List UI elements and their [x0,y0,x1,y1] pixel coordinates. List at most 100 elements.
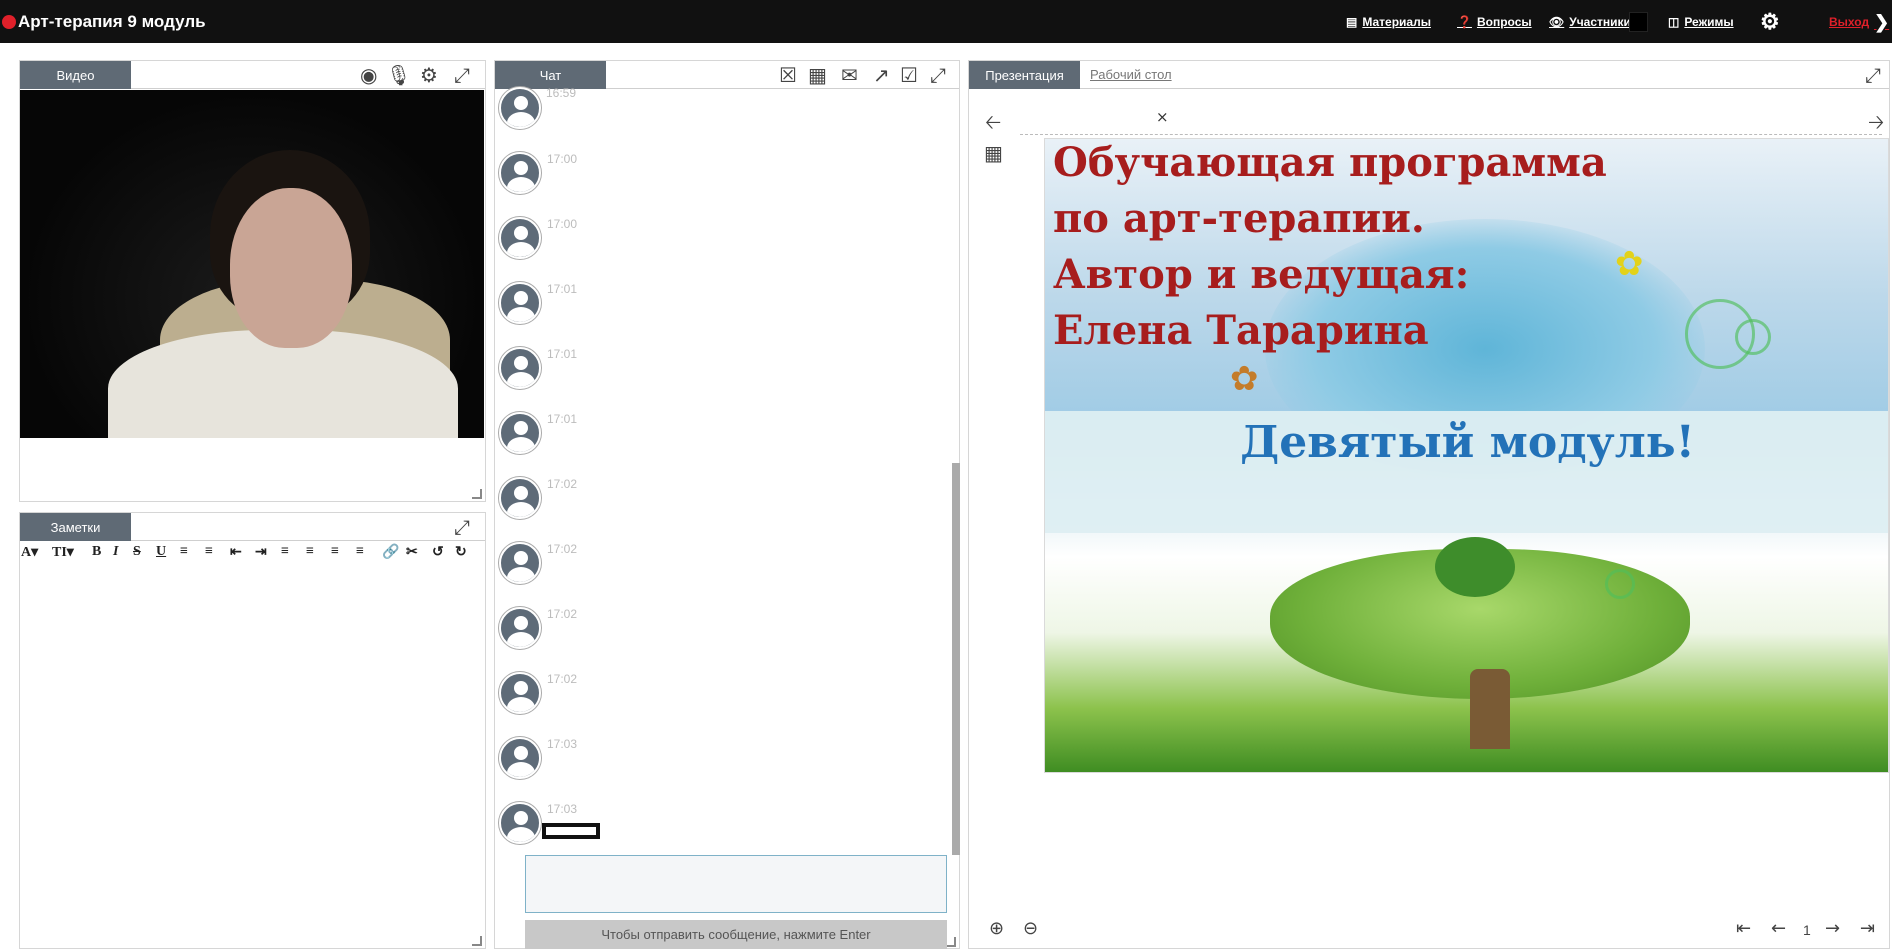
questions-label: Вопросы [1476,15,1532,29]
resize-handle-icon[interactable] [472,936,482,946]
avatar-body [507,112,535,127]
last-page-icon[interactable]: ⇥ [1860,918,1875,939]
materials-link[interactable]: ▤ Материалы [1346,9,1431,35]
tab-presentation[interactable]: Презентация [969,61,1080,89]
video-feed [20,90,484,438]
microphone-icon[interactable]: 🎙 [386,65,411,85]
slide-title-line-2: по арт-терапии. [1053,195,1425,242]
expand-icon[interactable]: ⤢ [930,65,946,85]
app-title: Арт-терапия 9 модуль [18,12,206,31]
slide-divider [1020,134,1882,135]
chat-message-time: 17:01 [547,412,578,426]
slide-subtitle: Девятый модуль! [1240,417,1695,468]
export-excel-icon[interactable]: ▦ [808,65,827,85]
avatar-head [514,681,528,695]
thumbnails-grid-icon[interactable]: ▦ [984,143,1003,163]
avatar-head [514,226,528,240]
email-icon[interactable]: ✉ [841,65,858,85]
avatar-head [514,551,528,565]
slide-small-tree [1435,537,1515,597]
avatar-head [514,96,528,110]
modes-link[interactable]: ◫ Режимы [1668,9,1734,35]
avatar-body [507,177,535,192]
arrow-right-icon[interactable]: 🡢 [1868,112,1884,132]
underline-button[interactable]: U [156,544,166,560]
avatar-body [507,762,535,777]
resize-handle-icon[interactable] [472,489,482,499]
slide-circle-deco [1735,319,1771,355]
modes-label: Режимы [1684,15,1734,29]
tab-notes[interactable]: Заметки [20,513,131,541]
close-button[interactable]: × [1156,108,1169,126]
butterfly-icon: ✿ [1230,359,1259,399]
avatar-head [514,291,528,305]
avatar-icon [499,802,541,844]
italic-button[interactable]: I [113,544,118,560]
exit-link[interactable]: Выход ❯ [1829,9,1889,35]
next-page-icon[interactable]: → [1825,918,1840,939]
strikethrough-button[interactable]: S [133,544,141,560]
avatar-icon [499,87,541,129]
avatar-icon [499,217,541,259]
avatar-body [507,372,535,387]
tab-video[interactable]: Видео [20,61,131,89]
link-icon[interactable]: 🔗 [382,544,399,561]
expand-icon[interactable]: ⤢ [1865,65,1881,85]
align-right-icon[interactable]: ≡ [331,544,339,560]
slide-title-line-4: Елена Тараринa [1053,307,1429,354]
chat-message-time: 17:01 [547,347,578,361]
unlink-icon[interactable]: ✂ [406,544,418,561]
popout-icon[interactable]: ↗ [873,65,890,85]
avatar-head [514,356,528,370]
presentation-slide: ✿ ✿ Обучающая программа по арт-терапии. … [1044,138,1889,773]
resize-handle-icon[interactable] [946,937,956,947]
expand-icon[interactable]: ⤢ [454,517,470,537]
align-left-icon[interactable]: ≡ [281,544,289,560]
prev-page-icon[interactable]: ← [1771,918,1786,939]
font-color-button[interactable]: A▾ [21,544,38,561]
avatar-head [514,486,528,500]
avatar-body [507,437,535,452]
indent-icon[interactable]: ⇥ [255,544,267,561]
bullet-list-icon[interactable]: ≡ [180,544,188,560]
align-justify-icon[interactable]: ≡ [356,544,364,560]
slide-title-line-3: Автор и ведущая: [1053,251,1470,298]
avatar-icon [499,412,541,454]
bold-button[interactable]: B [92,544,101,560]
align-center-icon[interactable]: ≡ [306,544,314,560]
layout-icon: ◫ [1668,15,1680,29]
slide-tree-trunk [1470,669,1510,749]
tab-desktop[interactable]: Рабочий стол [1090,67,1172,82]
outdent-icon[interactable]: ⇤ [230,544,242,561]
arrow-left-icon[interactable]: 🡠 [985,112,1001,132]
settings-icon[interactable]: ⚙ [420,65,438,85]
avatar-icon [499,542,541,584]
clear-chat-icon[interactable]: ☒ [779,65,797,85]
avatar-icon [499,477,541,519]
first-page-icon[interactable]: ⇤ [1736,918,1751,939]
slide-circle-deco [1605,569,1635,599]
avatar-head [514,746,528,760]
redo-icon[interactable]: ↻ [455,544,467,561]
chat-message-time: 17:02 [547,542,578,556]
questions-link[interactable]: ❓ Вопросы [1457,9,1532,35]
materials-label: Материалы [1362,15,1431,29]
zoom-in-icon[interactable]: ⊕ [989,918,1004,939]
check-icon[interactable]: ☑ [900,65,918,85]
avatar-icon [499,347,541,389]
page-number: 1 [1803,922,1811,938]
eye-icon: 👁 [1549,15,1565,29]
tab-chat[interactable]: Чат [495,61,606,89]
settings-button[interactable]: ⚙ [1760,9,1780,35]
participants-count-box [1629,12,1648,32]
expand-icon[interactable]: ⤢ [454,65,470,85]
chat-message-input[interactable] [525,855,947,913]
undo-icon[interactable]: ↺ [432,544,444,561]
participants-link[interactable]: 👁 Участники ( [1549,9,1638,35]
chat-scrollbar[interactable] [952,463,960,855]
webcam-icon[interactable]: ◉ [360,65,377,85]
zoom-out-icon[interactable]: ⊖ [1023,918,1038,939]
font-size-button[interactable]: TI▾ [52,544,74,561]
numbered-list-icon[interactable]: ≡ [205,544,213,560]
butterfly-icon: ✿ [1615,244,1644,284]
